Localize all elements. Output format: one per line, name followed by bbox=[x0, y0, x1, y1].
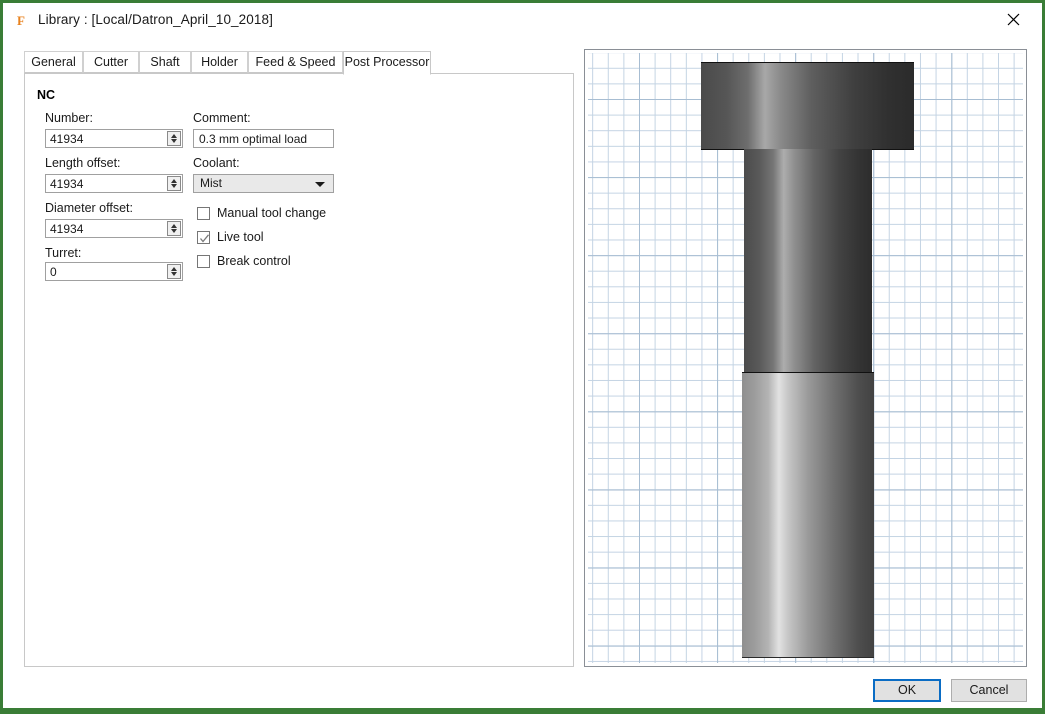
length-offset-stepper[interactable] bbox=[45, 174, 183, 193]
comment-label: Comment: bbox=[193, 111, 251, 125]
spinner-down-icon[interactable] bbox=[171, 229, 177, 233]
number-stepper[interactable] bbox=[45, 129, 183, 148]
tab-shaft[interactable]: Shaft bbox=[139, 51, 191, 73]
nc-group-title: NC bbox=[37, 88, 56, 102]
length-offset-input[interactable] bbox=[45, 174, 183, 193]
turret-label: Turret: bbox=[45, 246, 82, 260]
comment-input[interactable] bbox=[193, 129, 334, 148]
checkbox-label: Live tool bbox=[217, 230, 264, 244]
library-dialog: F Library : [Local/Datron_April_10_2018]… bbox=[3, 3, 1042, 708]
tool-cutter-body bbox=[742, 372, 874, 658]
checkbox-box-checked-icon[interactable] bbox=[197, 231, 210, 244]
diameter-offset-stepper[interactable] bbox=[45, 219, 183, 238]
turret-input[interactable] bbox=[45, 262, 183, 281]
spinner-down-icon[interactable] bbox=[171, 272, 177, 276]
spinner-down-icon[interactable] bbox=[171, 184, 177, 188]
turret-spinner-buttons[interactable] bbox=[167, 264, 181, 279]
tab-post-processor[interactable]: Post Processor bbox=[343, 51, 431, 75]
checkbox-box-icon[interactable] bbox=[197, 207, 210, 220]
ok-button[interactable]: OK bbox=[873, 679, 941, 702]
tab-feed-and-speed[interactable]: Feed & Speed bbox=[248, 51, 343, 73]
spinner-up-icon[interactable] bbox=[171, 224, 177, 228]
dialog-titlebar: F Library : [Local/Datron_April_10_2018] bbox=[3, 3, 1042, 39]
tab-cutter[interactable]: Cutter bbox=[83, 51, 139, 73]
tool-3d-preview[interactable] bbox=[584, 49, 1027, 667]
number-input[interactable] bbox=[45, 129, 183, 148]
checkbox-label: Manual tool change bbox=[217, 206, 327, 220]
tool-shank bbox=[744, 149, 872, 373]
diameter-offset-label: Diameter offset: bbox=[45, 201, 134, 215]
tool-holder-flange bbox=[701, 62, 914, 150]
chevron-down-icon[interactable] bbox=[315, 182, 325, 187]
diameter-offset-input[interactable] bbox=[45, 219, 183, 238]
diameter-offset-spinner-buttons[interactable] bbox=[167, 221, 181, 236]
dialog-title: Library : [Local/Datron_April_10_2018] bbox=[38, 12, 273, 27]
close-icon[interactable] bbox=[992, 3, 1036, 37]
spinner-up-icon[interactable] bbox=[171, 267, 177, 271]
spinner-up-icon[interactable] bbox=[171, 179, 177, 183]
cancel-button[interactable]: Cancel bbox=[951, 679, 1027, 702]
spinner-down-icon[interactable] bbox=[171, 139, 177, 143]
tab-strip: General Cutter Shaft Holder Feed & Speed… bbox=[24, 51, 574, 75]
number-spinner-buttons[interactable] bbox=[167, 131, 181, 146]
fusion-f-icon: F bbox=[17, 13, 25, 28]
checkbox-label: Break control bbox=[217, 254, 291, 268]
tab-holder[interactable]: Holder bbox=[191, 51, 248, 73]
coolant-selected-value: Mist bbox=[200, 176, 222, 190]
tab-general[interactable]: General bbox=[24, 51, 83, 73]
length-offset-spinner-buttons[interactable] bbox=[167, 176, 181, 191]
post-processor-form-panel: NC Number: Length offset: Diameter offse… bbox=[24, 73, 574, 667]
checkbox-box-icon[interactable] bbox=[197, 255, 210, 268]
spinner-up-icon[interactable] bbox=[171, 134, 177, 138]
number-label: Number: bbox=[45, 111, 93, 125]
coolant-label: Coolant: bbox=[193, 156, 240, 170]
turret-stepper[interactable] bbox=[45, 262, 183, 281]
coolant-select[interactable]: Mist bbox=[193, 174, 334, 193]
application-frame: F Library : [Local/Datron_April_10_2018]… bbox=[0, 0, 1045, 714]
length-offset-label: Length offset: bbox=[45, 156, 121, 170]
